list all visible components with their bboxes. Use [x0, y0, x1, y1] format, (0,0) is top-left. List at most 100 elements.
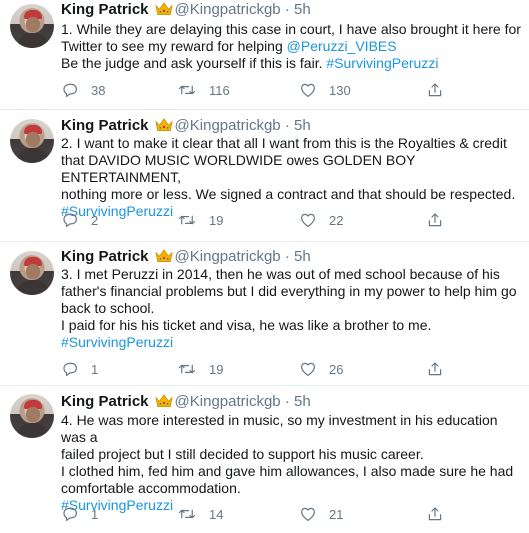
retweet-button[interactable]: 19: [178, 359, 223, 379]
share-icon: [426, 360, 444, 378]
like-button[interactable]: 21: [299, 504, 343, 524]
separator-dot: ·: [284, 1, 290, 18]
tweet-timestamp[interactable]: 5h: [294, 1, 311, 18]
tweet-text-line: 3. I met Peruzzi in 2014, then he was ou…: [61, 266, 521, 283]
heart-icon: [299, 360, 317, 378]
text-segment: Twitter to see my reward for helping: [61, 38, 287, 54]
text-segment: 2. I want to make it clear that all I wa…: [61, 135, 507, 151]
tweet-text-line: failed project but I still decided to su…: [61, 446, 521, 463]
crown-emoji-icon: [154, 393, 173, 408]
tweet-text-line: comfortable accommodation.: [61, 480, 521, 497]
tweet-text: 2. I want to make it clear that all I wa…: [61, 135, 521, 220]
share-button[interactable]: [426, 80, 444, 100]
reply-count: 2: [91, 212, 99, 228]
reply-icon: [61, 360, 79, 378]
tweet-header: King Patrick @Kingpatrickgb · 5h: [61, 393, 311, 411]
like-button[interactable]: 22: [299, 210, 343, 230]
text-segment: back to school.: [61, 300, 155, 316]
reply-button[interactable]: 2: [61, 210, 98, 230]
profile-avatar[interactable]: [10, 119, 54, 163]
text-segment: father's financial problems but I did ev…: [61, 283, 517, 299]
retweet-count: 19: [209, 361, 224, 377]
text-segment: that DAVIDO MUSIC WORLDWIDE owes GOLDEN …: [61, 152, 416, 185]
display-name[interactable]: King Patrick: [61, 393, 149, 410]
reply-button[interactable]: 1: [61, 359, 98, 379]
reply-count: 1: [91, 506, 99, 522]
tweet[interactable]: King Patrick @Kingpatrickgb · 5h 4. He was…: [0, 386, 529, 533]
retweet-count: 19: [209, 212, 224, 228]
mention-link[interactable]: @Peruzzi_VIBES: [287, 38, 397, 54]
tweet-actions: 2 19 22: [61, 210, 501, 230]
profile-avatar[interactable]: [10, 4, 54, 48]
heart-icon: [299, 81, 317, 99]
tweet-timestamp[interactable]: 5h: [294, 393, 311, 410]
tweet-actions: 1 14 21: [61, 504, 501, 524]
user-handle[interactable]: @Kingpatrickgb: [175, 248, 281, 265]
tweet-timestamp[interactable]: 5h: [294, 117, 311, 134]
reply-icon: [61, 211, 79, 229]
reply-button[interactable]: 1: [61, 504, 98, 524]
display-name[interactable]: King Patrick: [61, 117, 149, 134]
heart-icon: [299, 211, 317, 229]
separator-dot: ·: [284, 248, 290, 265]
heart-icon: [299, 505, 317, 523]
tweet[interactable]: King Patrick @Kingpatrickgb · 5h 3. I met …: [0, 242, 529, 386]
user-handle[interactable]: @Kingpatrickgb: [175, 117, 281, 134]
reply-count: 38: [91, 82, 106, 98]
tweet-text-line: I paid for his his ticket and visa, he w…: [61, 317, 521, 334]
hashtag-link[interactable]: #SurvivingPeruzzi: [326, 55, 438, 71]
display-name[interactable]: King Patrick: [61, 248, 149, 265]
retweet-icon: [178, 360, 196, 378]
text-segment: Be the judge and ask yourself if this is…: [61, 55, 327, 71]
user-handle[interactable]: @Kingpatrickgb: [175, 393, 281, 410]
crown-emoji-icon: [154, 1, 173, 16]
tweet-text-line: Twitter to see my reward for helping @Pe…: [61, 38, 521, 55]
tweet-header: King Patrick @Kingpatrickgb · 5h: [61, 117, 311, 135]
tweet-text: 3. I met Peruzzi in 2014, then he was ou…: [61, 266, 521, 351]
reply-icon: [61, 505, 79, 523]
share-button[interactable]: [426, 504, 444, 524]
tweet-text-line: father's financial problems but I did ev…: [61, 283, 521, 300]
tweet-text-line: I clothed him, fed him and gave him allo…: [61, 463, 521, 480]
text-segment: 4. He was more interested in music, so m…: [61, 412, 498, 445]
reply-count: 1: [91, 361, 99, 377]
retweet-count: 14: [209, 506, 224, 522]
tweet-header: King Patrick @Kingpatrickgb · 5h: [61, 248, 311, 266]
crown-emoji-icon: [154, 248, 173, 263]
retweet-button[interactable]: 19: [178, 210, 223, 230]
tweet-text: 1. While they are delaying this case in …: [61, 21, 521, 72]
tweet-actions: 1 19 26: [61, 359, 501, 379]
display-name[interactable]: King Patrick: [61, 1, 149, 18]
crown-emoji-icon: [154, 117, 173, 132]
share-icon: [426, 81, 444, 99]
tweet-timestamp[interactable]: 5h: [294, 248, 311, 265]
reply-button[interactable]: 38: [61, 80, 105, 100]
tweet-text-line: nothing more or less. We signed a contra…: [61, 186, 521, 203]
tweet-text-line: that DAVIDO MUSIC WORLDWIDE owes GOLDEN …: [61, 152, 521, 186]
tweet-text-line: 4. He was more interested in music, so m…: [61, 412, 521, 446]
like-button[interactable]: 130: [299, 80, 351, 100]
tweet[interactable]: King Patrick @Kingpatrickgb · 5h 2. I want…: [0, 110, 529, 242]
text-segment: I paid for his his ticket and visa, he w…: [61, 317, 432, 333]
reply-icon: [61, 81, 79, 99]
tweet-text-line: back to school.: [61, 300, 521, 317]
tweet-text-line: 1. While they are delaying this case in …: [61, 21, 521, 38]
like-button[interactable]: 26: [299, 359, 343, 379]
tweet-text-line: #SurvivingPeruzzi: [61, 334, 521, 351]
retweet-button[interactable]: 116: [178, 80, 230, 100]
text-segment: nothing more or less. We signed a contra…: [61, 186, 516, 202]
share-button[interactable]: [426, 359, 444, 379]
tweet-text-line: 2. I want to make it clear that all I wa…: [61, 135, 521, 152]
retweet-icon: [178, 211, 196, 229]
user-handle[interactable]: @Kingpatrickgb: [175, 1, 281, 18]
hashtag-link[interactable]: #SurvivingPeruzzi: [61, 334, 173, 350]
like-count: 22: [329, 212, 344, 228]
retweet-button[interactable]: 14: [178, 504, 223, 524]
like-count: 21: [329, 506, 344, 522]
tweet[interactable]: King Patrick @Kingpatrickgb · 5h 1. While …: [0, 0, 529, 110]
profile-avatar[interactable]: [10, 394, 54, 438]
separator-dot: ·: [284, 117, 290, 134]
share-button[interactable]: [426, 210, 444, 230]
profile-avatar[interactable]: [10, 251, 54, 295]
text-segment: I clothed him, fed him and gave him allo…: [61, 463, 514, 479]
